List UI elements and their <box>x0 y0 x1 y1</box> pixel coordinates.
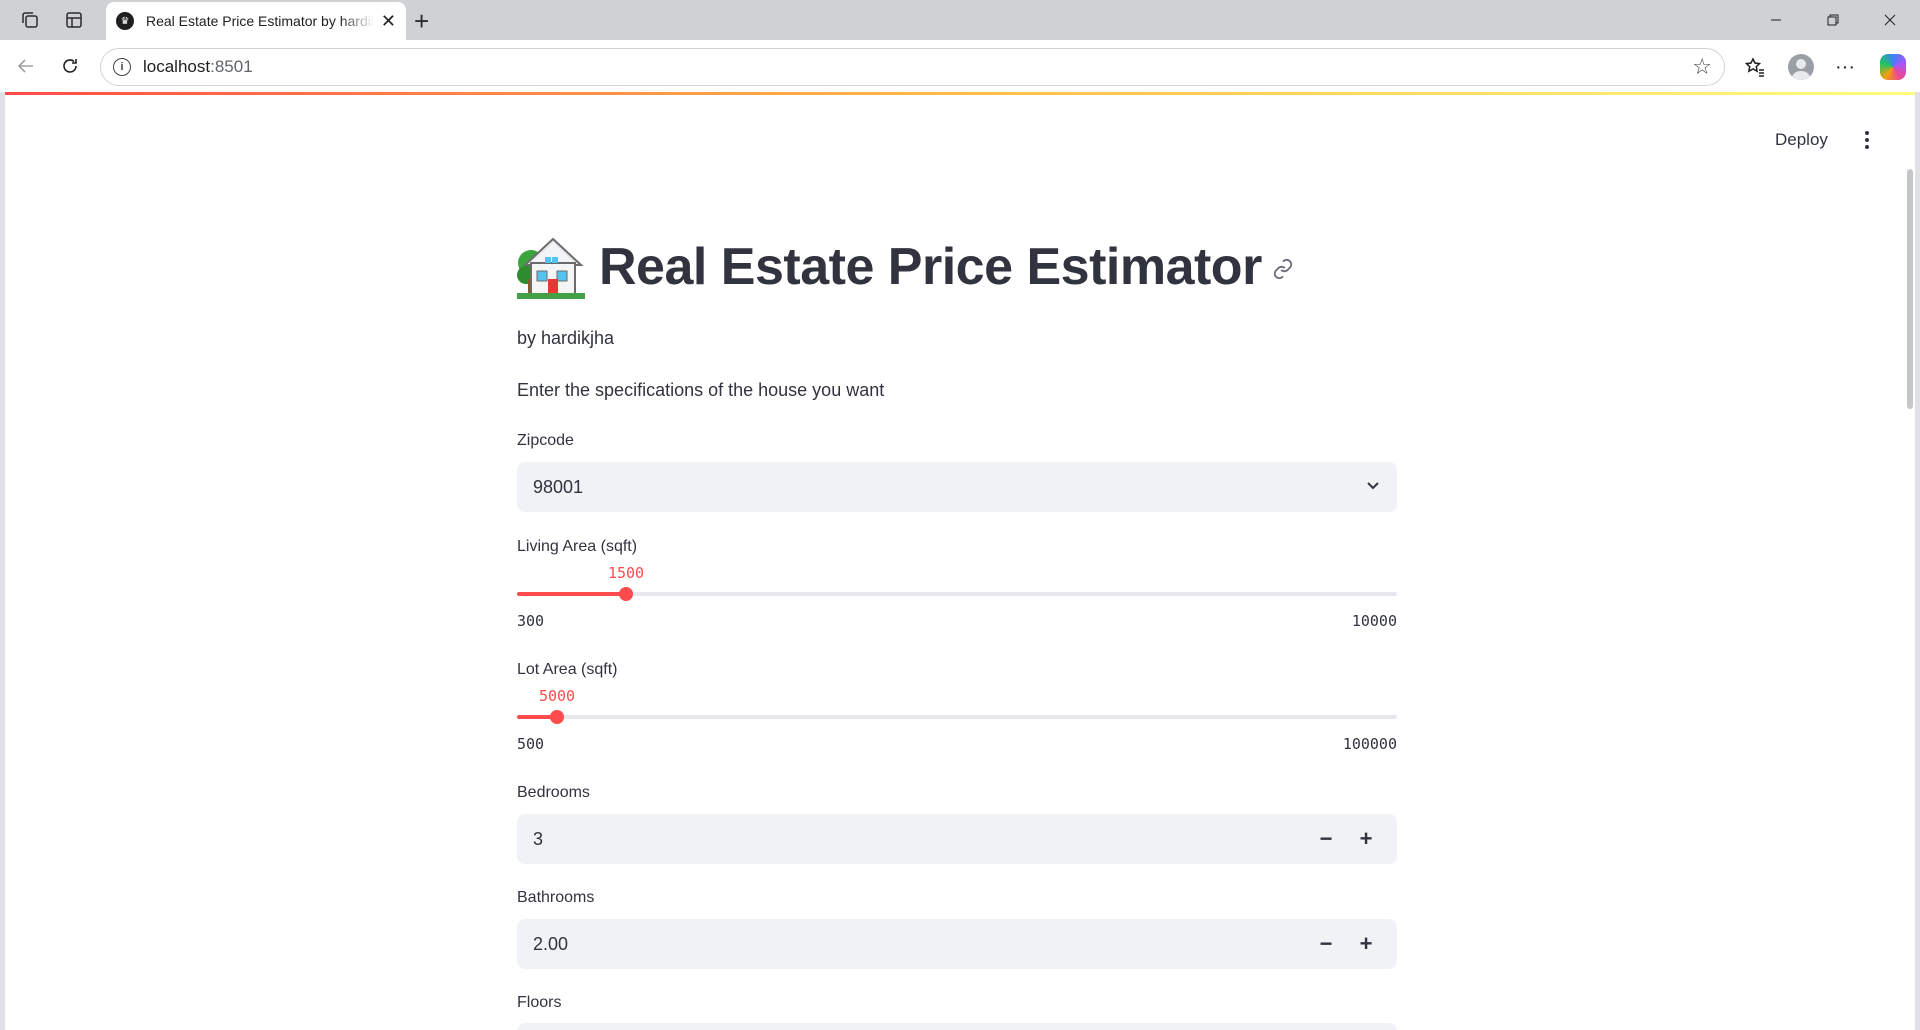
intro-text: Enter the specifications of the house yo… <box>517 380 885 400</box>
new-tab-icon[interactable]: + <box>414 6 429 37</box>
bathrooms-value: 2.00 <box>533 933 569 954</box>
close-tab-icon[interactable]: ✕ <box>381 11 396 32</box>
slider-thumb[interactable] <box>550 710 564 724</box>
decrement-button[interactable]: − <box>1311 929 1341 959</box>
lot-area-slider[interactable]: 5000 500 100000 <box>517 687 1397 763</box>
browser-tab-bar: ♛ Real Estate Price Estimator by hardikj… <box>0 0 1920 40</box>
slider-max-label: 10000 <box>1351 612 1397 630</box>
slider-value: 5000 <box>538 687 576 705</box>
page-scrollbar[interactable] <box>1907 169 1913 409</box>
streamlit-favicon-icon: ♛ <box>116 12 134 30</box>
slider-thumb[interactable] <box>619 587 633 601</box>
floors-label: Floors <box>517 994 562 1011</box>
living-area-label: Living Area (sqft) <box>517 538 638 555</box>
vertical-tabs-icon[interactable] <box>62 8 86 32</box>
page-title: Real Estate Price Estimator <box>599 238 1262 296</box>
workspaces-icon[interactable] <box>18 8 42 32</box>
deploy-button[interactable]: Deploy <box>1767 126 1836 154</box>
slider-track[interactable] <box>517 715 1397 719</box>
bedrooms-input[interactable]: 3 − + <box>517 814 1397 864</box>
floors-input[interactable] <box>517 1023 1397 1030</box>
url-text: localhost:8501 <box>143 57 253 76</box>
reload-icon[interactable] <box>56 52 84 80</box>
slider-value: 1500 <box>607 564 645 582</box>
slider-max-label: 100000 <box>1342 735 1397 753</box>
increment-button[interactable]: + <box>1351 824 1381 854</box>
chevron-down-icon[interactable] <box>1365 477 1381 498</box>
lot-area-label: Lot Area (sqft) <box>517 661 618 678</box>
address-bar-row: i localhost:8501 ☆ ··· <box>0 40 1920 92</box>
bedrooms-label: Bedrooms <box>517 784 590 801</box>
decrement-button[interactable]: − <box>1311 824 1341 854</box>
back-icon[interactable] <box>12 52 40 80</box>
slider-fill <box>517 592 626 596</box>
page-title-row: Real Estate Price Estimator <box>517 235 1294 299</box>
profile-avatar[interactable] <box>1786 52 1816 82</box>
url-field[interactable]: i localhost:8501 ☆ <box>100 48 1725 86</box>
main-menu-icon[interactable] <box>1861 128 1873 152</box>
restore-icon[interactable] <box>1810 6 1856 34</box>
zipcode-select[interactable]: 98001 <box>517 462 1397 512</box>
increment-button[interactable]: + <box>1351 929 1381 959</box>
bathrooms-label: Bathrooms <box>517 889 595 906</box>
copilot-icon[interactable] <box>1878 52 1908 82</box>
house-with-garden-icon <box>517 235 585 299</box>
living-area-slider[interactable]: 1500 300 10000 <box>517 564 1397 640</box>
site-info-icon[interactable]: i <box>113 58 131 76</box>
header-decoration-bar <box>5 92 1915 95</box>
zipcode-label: Zipcode <box>517 432 574 449</box>
tab-title: Real Estate Price Estimator by hardikjha <box>146 13 374 29</box>
browser-tab-active[interactable]: ♛ Real Estate Price Estimator by hardikj… <box>106 2 406 40</box>
zipcode-value: 98001 <box>533 476 584 497</box>
slider-track[interactable] <box>517 592 1397 596</box>
slider-min-label: 500 <box>517 735 545 753</box>
link-anchor-icon[interactable] <box>1272 258 1294 285</box>
favorite-star-icon[interactable]: ☆ <box>1692 54 1712 80</box>
slider-min-label: 300 <box>517 612 545 630</box>
bedrooms-value: 3 <box>533 828 544 849</box>
streamlit-page: Deploy Real Estate Price Estimator by ha… <box>5 92 1915 1030</box>
favorites-icon[interactable] <box>1740 52 1770 82</box>
bathrooms-input[interactable]: 2.00 − + <box>517 919 1397 969</box>
close-window-icon[interactable] <box>1867 6 1913 34</box>
minimize-icon[interactable] <box>1753 6 1799 34</box>
more-options-icon[interactable]: ··· <box>1830 52 1860 82</box>
byline-text: by hardikjha <box>517 328 615 348</box>
